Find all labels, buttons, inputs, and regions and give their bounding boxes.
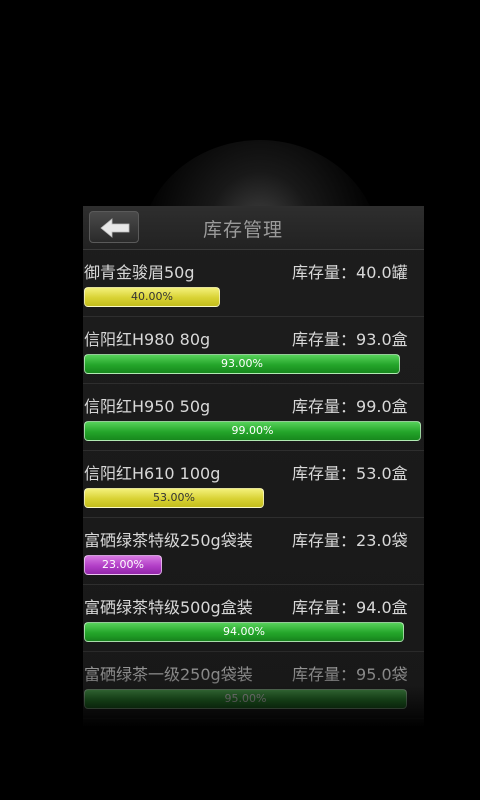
- screen: 库存管理 御青金骏眉50g 库存量：40.0罐 40.00% 信阳红H980 8…: [0, 0, 480, 800]
- list-item[interactable]: 富硒绿茶一级250g袋装 库存量：95.0袋 95.00%: [83, 652, 424, 719]
- list-item[interactable]: 信阳红H610 100g 库存量：53.0盒 53.00%: [83, 451, 424, 518]
- item-name: 信阳红H610 100g: [84, 464, 221, 483]
- stock-progress-bar: 99.00%: [84, 421, 421, 441]
- item-stock: 库存量：95.0袋: [292, 665, 408, 684]
- list-item[interactable]: 富硒绿茶特级500g盒装 库存量：94.0盒 94.00%: [83, 585, 424, 652]
- item-stock: 库存量：53.0盒: [292, 464, 408, 483]
- stock-progress-bar: 94.00%: [84, 622, 404, 642]
- list-item[interactable]: 信阳红H980 80g 库存量：93.0盒 93.00%: [83, 317, 424, 384]
- stock-progress-bar: 23.00%: [84, 555, 162, 575]
- item-stock: 库存量：99.0盒: [292, 397, 408, 416]
- item-name: 信阳红H950 50g: [84, 397, 211, 416]
- page-title: 库存管理: [203, 219, 284, 241]
- item-stock: 库存量：23.0袋: [292, 531, 408, 550]
- item-name: 信阳红H980 80g: [84, 330, 211, 349]
- list-item[interactable]: 御青金骏眉50g 库存量：40.0罐 40.00%: [83, 250, 424, 317]
- header-bar: 库存管理: [83, 206, 424, 250]
- item-name: 富硒绿茶特级250g袋装: [84, 531, 253, 550]
- back-button[interactable]: [89, 211, 139, 243]
- item-name: 富硒绿茶一级250g袋装: [84, 665, 253, 684]
- stock-progress-bar: 93.00%: [84, 354, 400, 374]
- inventory-panel: 库存管理 御青金骏眉50g 库存量：40.0罐 40.00% 信阳红H980 8…: [83, 206, 424, 726]
- item-stock: 库存量：94.0盒: [292, 598, 408, 617]
- list-item[interactable]: 富硒绿茶特级250g袋装 库存量：23.0袋 23.00%: [83, 518, 424, 585]
- stock-progress-bar: 40.00%: [84, 287, 220, 307]
- inventory-list[interactable]: 御青金骏眉50g 库存量：40.0罐 40.00% 信阳红H980 80g 库存…: [83, 250, 424, 719]
- item-stock: 库存量：93.0盒: [292, 330, 408, 349]
- stock-progress-bar: 95.00%: [84, 689, 407, 709]
- list-item[interactable]: 信阳红H950 50g 库存量：99.0盒 99.00%: [83, 384, 424, 451]
- item-name: 富硒绿茶特级500g盒装: [84, 598, 253, 617]
- stock-progress-bar: 53.00%: [84, 488, 264, 508]
- arrow-left-icon: [100, 218, 130, 238]
- item-name: 御青金骏眉50g: [84, 263, 195, 282]
- item-stock: 库存量：40.0罐: [292, 263, 408, 282]
